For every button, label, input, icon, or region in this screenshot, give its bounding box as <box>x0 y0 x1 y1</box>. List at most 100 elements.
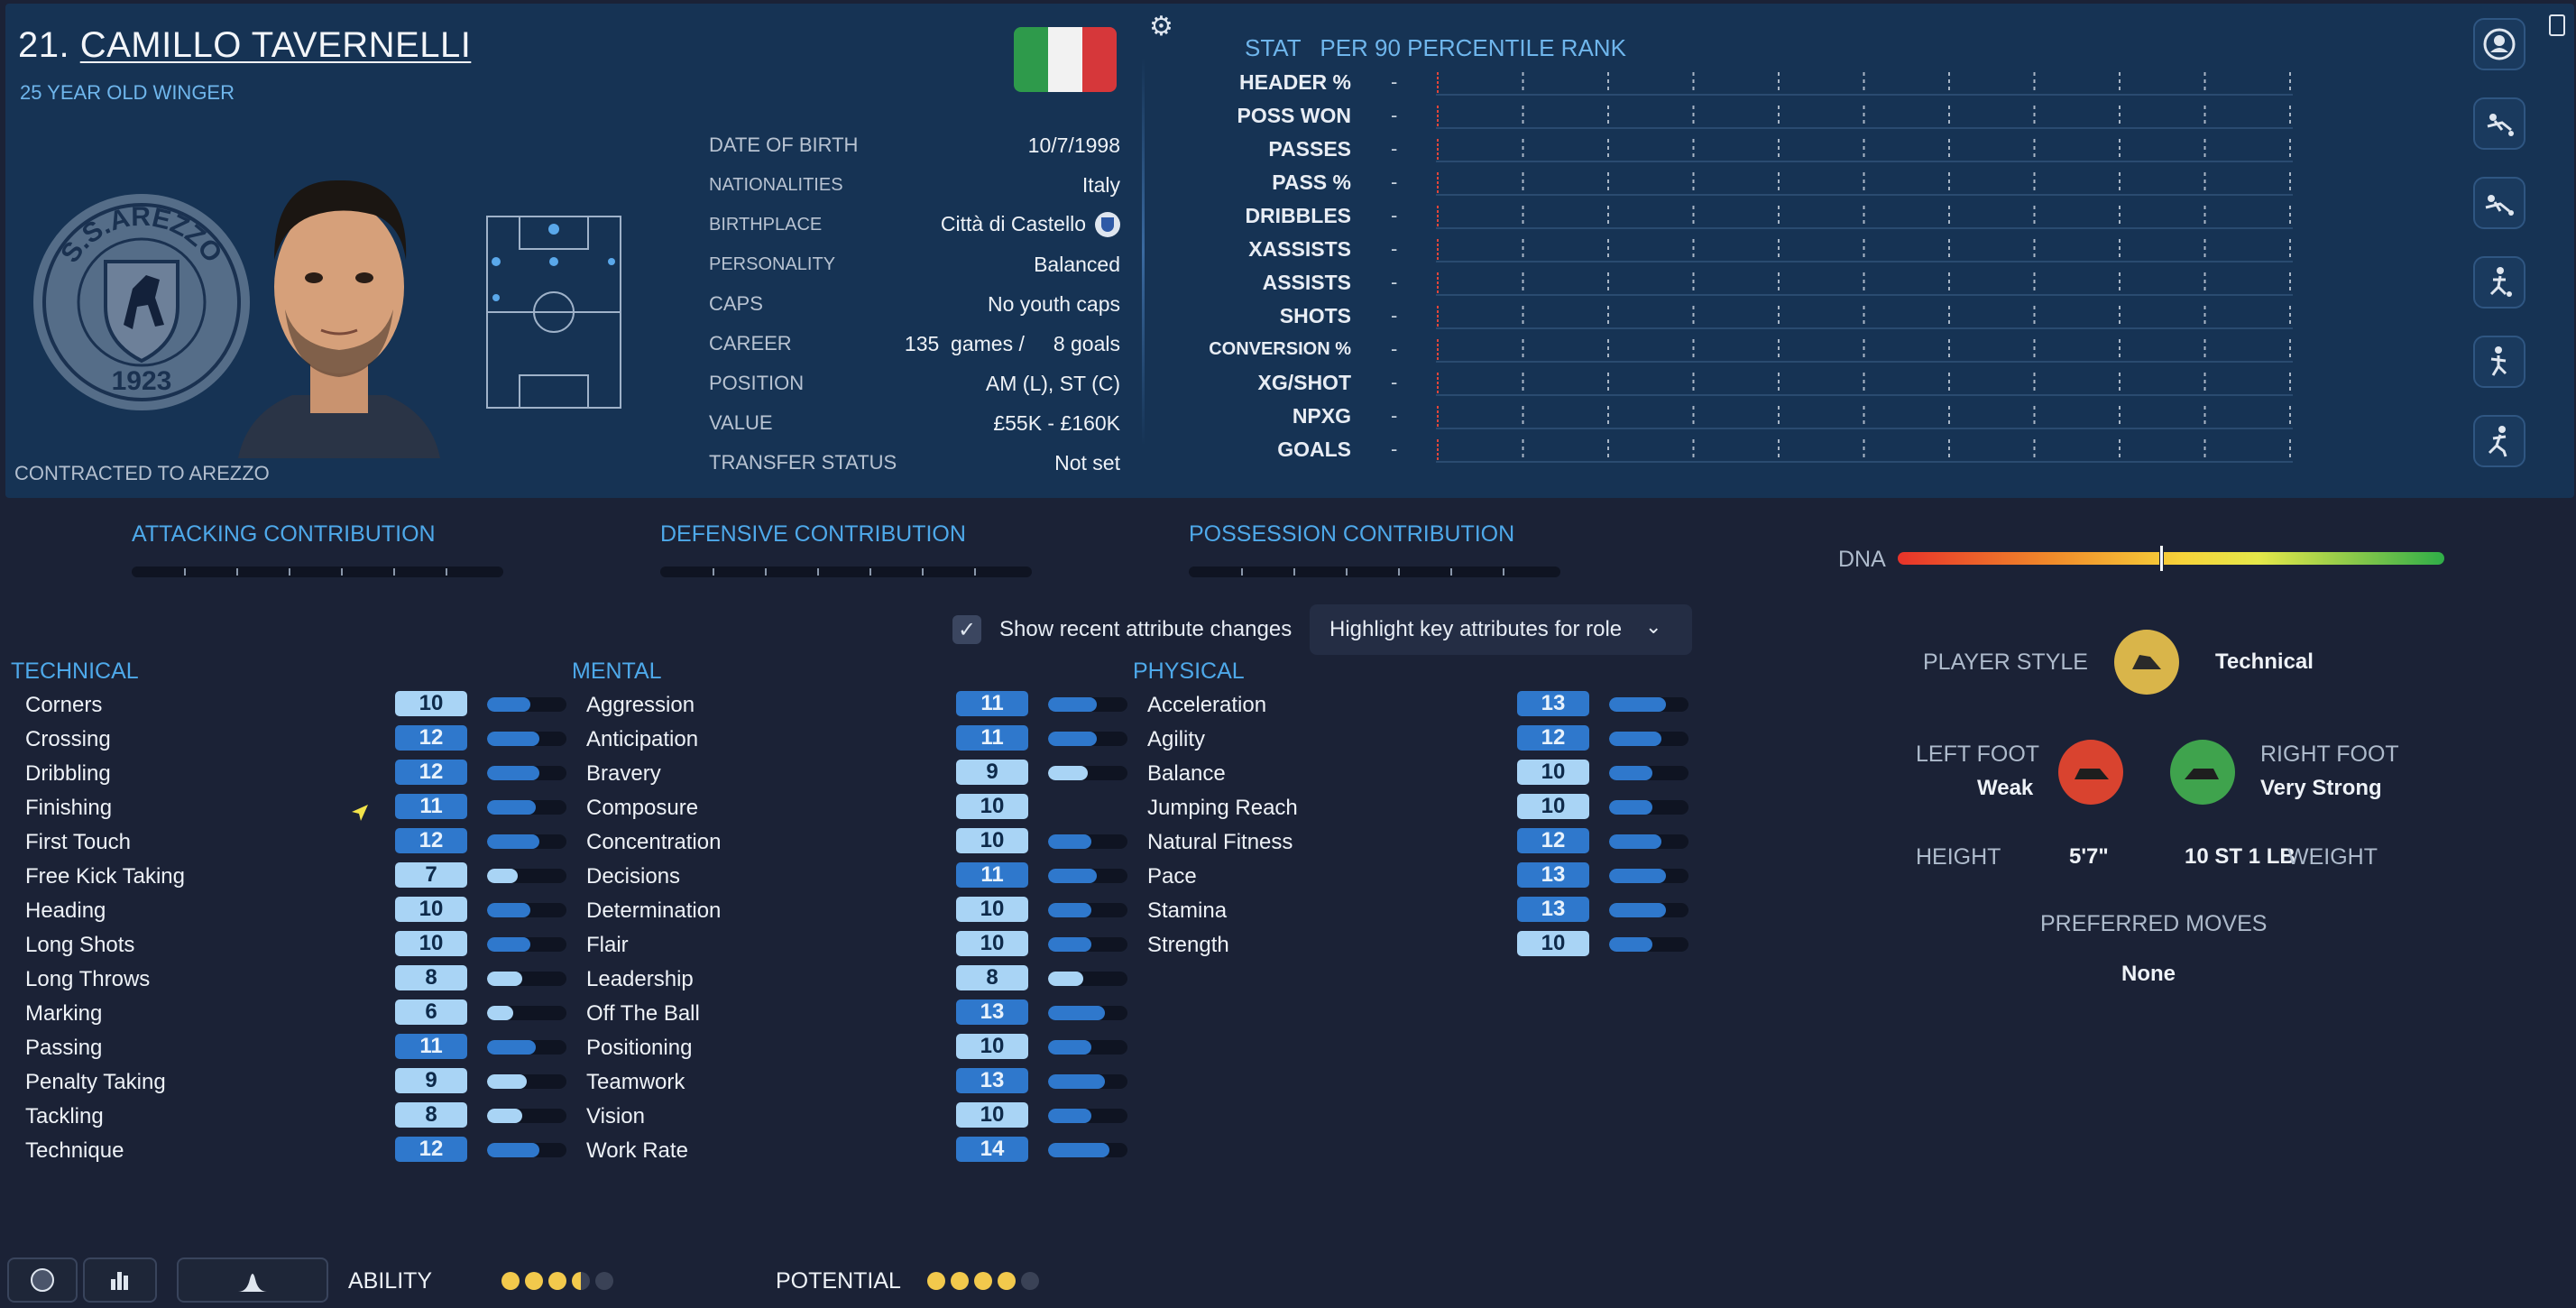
attribute-row[interactable]: Composure 10 <box>586 794 1127 821</box>
attribute-value-badge: 13 <box>1517 691 1589 716</box>
percentile-track <box>1436 72 2293 96</box>
attribute-row[interactable]: Positioning 10 <box>586 1034 1127 1061</box>
attribute-name: Decisions <box>586 864 681 889</box>
dribble-icon[interactable] <box>2473 256 2525 309</box>
info-value: 10/7/1998 <box>1027 133 1120 157</box>
attribute-bar <box>1048 1074 1127 1089</box>
stat-label: SHOTS <box>1279 304 1351 327</box>
attribute-row[interactable]: Anticipation 11 <box>586 725 1127 752</box>
attribute-bar-fill <box>1048 903 1092 917</box>
stat-label: PASS % <box>1272 170 1351 194</box>
attribute-row[interactable]: Passing 11 <box>25 1034 566 1061</box>
info-label: NATIONALITIES <box>709 174 843 195</box>
attribute-row[interactable]: Crossing 12 <box>25 725 566 752</box>
attribute-row[interactable]: Long Shots 10 <box>25 931 566 958</box>
profile-icon[interactable] <box>2473 18 2525 70</box>
footer-overview-button[interactable] <box>7 1257 78 1303</box>
attribute-bar-fill <box>487 972 522 986</box>
tackle-icon[interactable] <box>2473 177 2525 229</box>
attribute-row[interactable]: Leadership 8 <box>586 965 1127 992</box>
recent-changes-label[interactable]: Show recent attribute changes <box>999 617 1292 642</box>
attribute-value-badge: 8 <box>395 965 467 990</box>
attribute-row[interactable]: Marking 6 <box>25 999 566 1027</box>
star-icon <box>974 1272 992 1290</box>
attribute-row[interactable]: Natural Fitness 12 <box>1147 828 1688 855</box>
attribute-row[interactable]: Balance 10 <box>1147 760 1688 787</box>
attribute-bar-fill <box>1048 697 1097 712</box>
ability-label: ABILITY <box>348 1268 433 1294</box>
slide-tackle-icon[interactable] <box>2473 97 2525 150</box>
attribute-bar-fill <box>1048 1074 1106 1089</box>
attribute-value-badge: 14 <box>956 1137 1028 1162</box>
percentile-track <box>1436 439 2293 463</box>
attribute-bar <box>487 1143 566 1157</box>
attribute-row[interactable]: Finishing 11 <box>25 794 566 821</box>
attribute-row[interactable]: Tackling 8 <box>25 1102 566 1129</box>
info-label: TRANSFER STATUS <box>709 451 897 474</box>
attribute-bar-fill <box>487 732 540 746</box>
attribute-row[interactable]: Pace 13 <box>1147 862 1688 889</box>
highlight-attributes-dropdown[interactable]: Highlight key attributes for role ⌄ <box>1310 604 1692 655</box>
height-label: HEIGHT <box>1916 844 2001 870</box>
attribute-bar <box>487 869 566 883</box>
notes-icon[interactable] <box>2549 14 2565 36</box>
attribute-row[interactable]: Determination 10 <box>586 897 1127 924</box>
attribute-row[interactable]: Concentration 10 <box>586 828 1127 855</box>
attacking-contribution-label: ATTACKING CONTRIBUTION <box>132 521 436 547</box>
attribute-bar <box>1048 1109 1127 1123</box>
attribute-value-badge: 11 <box>956 862 1028 888</box>
footer-stats-button[interactable] <box>83 1257 157 1303</box>
attribute-row[interactable]: Agility 12 <box>1147 725 1688 752</box>
info-value[interactable]: Italy <box>1082 173 1120 198</box>
attribute-value-badge: 10 <box>1517 931 1589 956</box>
running-icon[interactable] <box>2473 415 2525 467</box>
star-icon <box>501 1272 520 1290</box>
attribute-row[interactable]: Bravery 9 <box>586 760 1127 787</box>
attribute-row[interactable]: Jumping Reach 10 <box>1147 794 1688 821</box>
attribute-row[interactable]: Decisions 11 <box>586 862 1127 889</box>
stat-label: DRIBBLES <box>1245 204 1351 227</box>
stat-value: - <box>1391 237 1398 260</box>
footer-distribution-button[interactable] <box>177 1257 328 1303</box>
attribute-row[interactable]: Penalty Taking 9 <box>25 1068 566 1095</box>
right-foot-label: RIGHT FOOT <box>2260 742 2399 767</box>
attribute-row[interactable]: Free Kick Taking 7 <box>25 862 566 889</box>
player-name-link[interactable]: CAMILLO TAVERNELLI <box>80 25 472 65</box>
attribute-bar <box>487 697 566 712</box>
header-divider <box>1142 58 1145 446</box>
stat-label: HEADER % <box>1239 70 1351 94</box>
attribute-row[interactable]: Off The Ball 13 <box>586 999 1127 1027</box>
shooting-icon[interactable] <box>2473 336 2525 388</box>
info-value[interactable]: Città di Castello <box>941 212 1086 235</box>
attribute-value-badge: 12 <box>1517 725 1589 751</box>
gear-icon[interactable]: ⚙ <box>1149 11 1173 42</box>
attribute-row[interactable]: Flair 10 <box>586 931 1127 958</box>
attribute-row[interactable]: Work Rate 14 <box>586 1137 1127 1164</box>
attribute-name: Balance <box>1147 761 1226 786</box>
attribute-row[interactable]: Strength 10 <box>1147 931 1688 958</box>
info-label: VALUE <box>709 411 773 434</box>
attribute-row[interactable]: Stamina 13 <box>1147 897 1688 924</box>
attribute-row[interactable]: Corners 10 <box>25 691 566 718</box>
attribute-row[interactable]: Vision 10 <box>586 1102 1127 1129</box>
recent-changes-checkbox[interactable]: ✓ <box>952 615 981 644</box>
attribute-row[interactable]: Long Throws 8 <box>25 965 566 992</box>
defensive-contribution-bar <box>660 566 1032 577</box>
contribution-tick <box>817 568 819 576</box>
attribute-bar <box>1609 800 1688 815</box>
attribute-row[interactable]: First Touch 12 <box>25 828 566 855</box>
attribute-bar <box>487 1074 566 1089</box>
attribute-row[interactable]: Technique 12 <box>25 1137 566 1164</box>
attribute-row[interactable]: Dribbling 12 <box>25 760 566 787</box>
attribute-value-badge: 7 <box>395 862 467 888</box>
club-crest-icon[interactable]: S.S.AREZZO 1923 <box>29 189 254 415</box>
contribution-tick <box>289 568 290 576</box>
attribute-row[interactable]: Heading 10 <box>25 897 566 924</box>
attribute-bar <box>1048 834 1127 849</box>
attribute-bar <box>1609 903 1688 917</box>
attribute-row[interactable]: Aggression 11 <box>586 691 1127 718</box>
attribute-value-badge: 10 <box>395 897 467 922</box>
attribute-value-badge: 10 <box>956 1034 1028 1059</box>
attribute-row[interactable]: Acceleration 13 <box>1147 691 1688 718</box>
attribute-row[interactable]: Teamwork 13 <box>586 1068 1127 1095</box>
